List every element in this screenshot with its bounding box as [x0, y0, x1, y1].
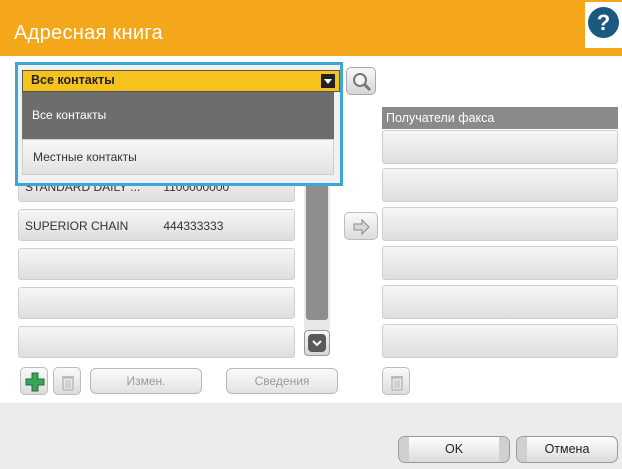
- contact-number: 444333333: [163, 219, 224, 233]
- add-contact-icon: [25, 372, 45, 392]
- fax-recipient-row[interactable]: [382, 285, 618, 319]
- cancel-label: Отмена: [544, 442, 590, 456]
- arrow-right-icon: [353, 218, 370, 236]
- add-contact-button[interactable]: [20, 367, 48, 395]
- contact-row[interactable]: [18, 326, 295, 358]
- fax-recipients-header: Получатели факса: [382, 107, 618, 129]
- contact-row[interactable]: [18, 287, 295, 319]
- search-button[interactable]: [346, 67, 376, 95]
- page-title: Адресная книга: [14, 22, 163, 44]
- fax-recipient-row[interactable]: [382, 246, 618, 280]
- fax-recipient-row[interactable]: [382, 207, 618, 241]
- button-edge: [399, 437, 409, 462]
- add-recipient-button[interactable]: [344, 212, 378, 240]
- fax-recipient-row[interactable]: [382, 168, 618, 202]
- ok-label: OK: [444, 442, 464, 456]
- chevron-down-icon: [308, 334, 326, 352]
- search-icon: [353, 73, 372, 92]
- ok-button[interactable]: OK: [398, 436, 510, 463]
- edit-button[interactable]: Измен.: [90, 368, 202, 394]
- contact-row[interactable]: SUPERIOR CHAIN 444333333: [18, 209, 295, 241]
- contact-row[interactable]: [18, 248, 295, 280]
- help-icon: ?: [588, 7, 619, 38]
- trash-icon: [391, 376, 403, 391]
- scroll-down-button[interactable]: [304, 330, 330, 356]
- fax-recipient-row[interactable]: [382, 130, 618, 164]
- fax-recipient-row[interactable]: [382, 324, 618, 358]
- help-button[interactable]: ?: [585, 2, 622, 48]
- scrollbar-thumb[interactable]: [306, 170, 328, 320]
- details-button[interactable]: Сведения: [226, 368, 338, 394]
- cancel-button[interactable]: Отмена: [516, 436, 618, 463]
- delete-contact-button[interactable]: [53, 367, 81, 395]
- trash-icon: [62, 376, 74, 391]
- dropdown-focus-outline: [15, 62, 343, 186]
- button-edge: [499, 437, 509, 462]
- button-edge: [517, 437, 527, 462]
- delete-recipient-button[interactable]: [382, 367, 410, 395]
- contact-name: SUPERIOR CHAIN: [25, 219, 129, 233]
